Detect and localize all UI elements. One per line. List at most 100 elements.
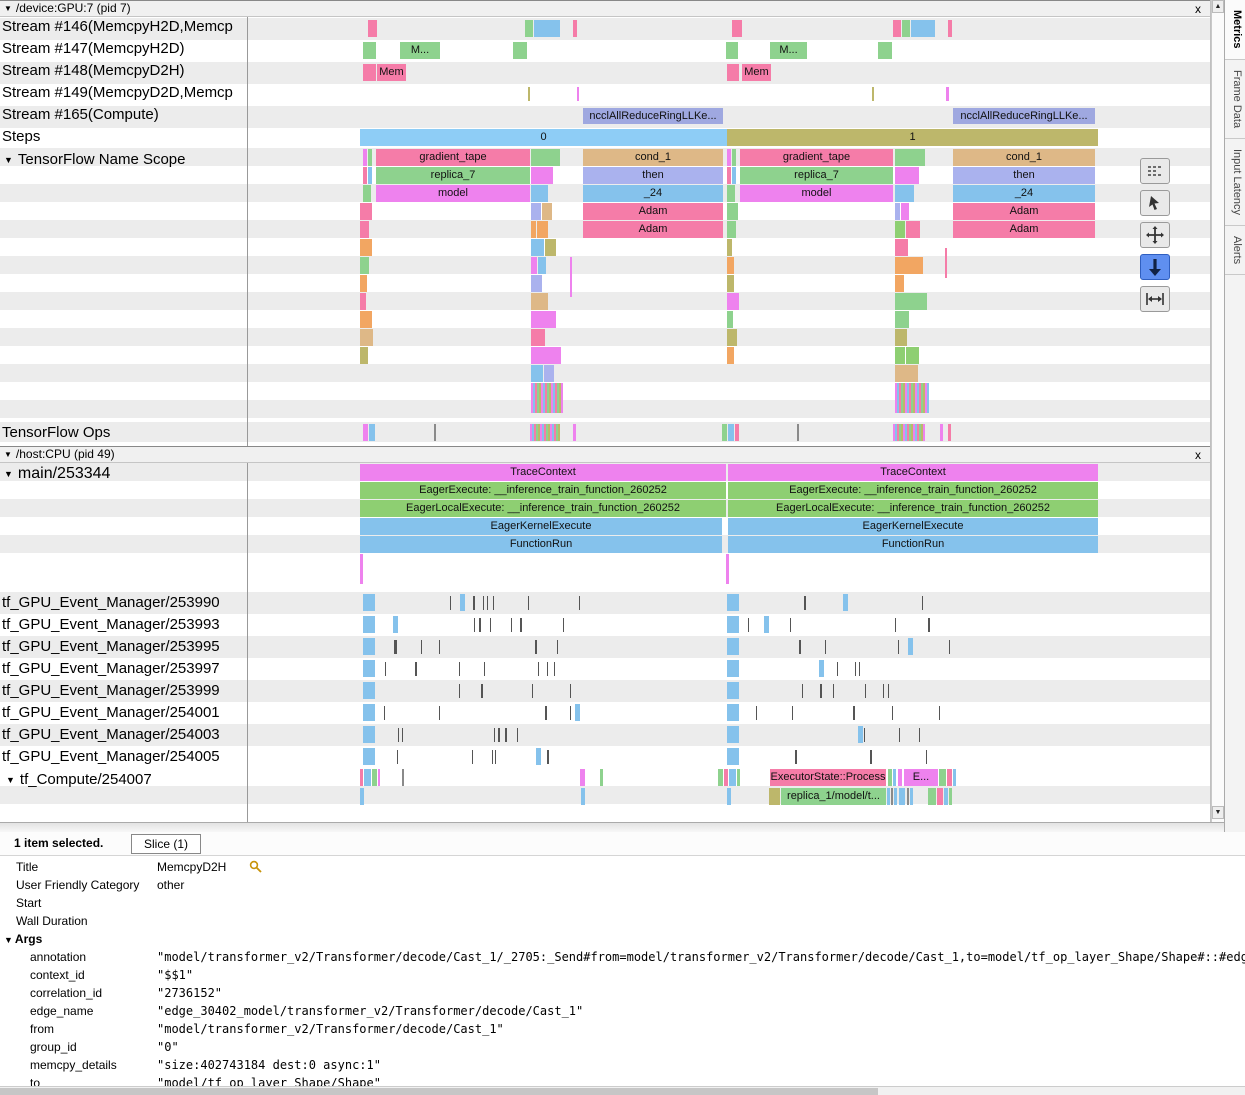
trace-slice[interactable] (538, 257, 546, 274)
trace-slice[interactable] (732, 149, 736, 166)
trace-slice[interactable] (732, 20, 742, 37)
trace-slice[interactable] (718, 769, 723, 786)
trace-slice[interactable] (421, 640, 422, 654)
trace-slice[interactable] (384, 706, 385, 720)
trace-slice[interactable] (948, 424, 951, 441)
trace-slice[interactable]: then (953, 167, 1095, 184)
trace-slice[interactable] (363, 424, 368, 441)
trace-slice[interactable] (895, 329, 907, 346)
trace-slice[interactable] (870, 750, 872, 764)
trace-slice[interactable] (926, 750, 927, 764)
trace-slice[interactable] (727, 221, 736, 238)
trace-slice[interactable] (545, 706, 547, 720)
trace-slice[interactable] (769, 788, 780, 805)
trace-slice[interactable] (363, 682, 375, 699)
trace-slice[interactable] (398, 728, 399, 742)
trace-slice[interactable]: M... (400, 42, 440, 59)
trace-slice[interactable] (557, 640, 558, 654)
trace-slice[interactable] (363, 660, 375, 677)
trace-slice[interactable] (534, 20, 560, 37)
trace-slice[interactable] (756, 706, 757, 720)
trace-slice[interactable] (554, 662, 555, 676)
trace-slice[interactable] (368, 149, 372, 166)
trace-slice[interactable] (895, 149, 925, 166)
trace-slice[interactable] (895, 239, 908, 256)
scrollbar-thumb[interactable] (0, 1088, 878, 1095)
trace-slice[interactable] (895, 347, 905, 364)
trace-slice[interactable] (395, 640, 396, 654)
trace-slice[interactable] (727, 149, 731, 166)
args-section-header[interactable]: ▼Args (0, 930, 1245, 948)
trace-slice[interactable] (724, 769, 728, 786)
trace-slice[interactable] (360, 311, 372, 328)
trace-slice[interactable] (906, 347, 919, 364)
track-label-main-253344[interactable]: ▼main/253344 (4, 464, 110, 484)
trace-slice[interactable] (727, 616, 739, 633)
trace-slice[interactable] (525, 20, 533, 37)
trace-slice[interactable] (363, 638, 375, 655)
trace-slice[interactable] (895, 275, 904, 292)
trace-slice[interactable] (570, 257, 572, 297)
trace-slice[interactable] (473, 596, 475, 610)
trace-slice[interactable] (819, 660, 824, 677)
trace-slice[interactable] (483, 596, 484, 610)
trace-slice[interactable] (853, 706, 855, 720)
trace-slice[interactable] (865, 684, 866, 698)
trace-slice[interactable] (363, 748, 375, 765)
process-header[interactable]: ▼/device:GPU:7 (pid 7)x (0, 0, 1211, 17)
trace-slice[interactable] (575, 704, 580, 721)
trace-slice[interactable] (360, 221, 369, 238)
trace-slice[interactable] (573, 424, 576, 441)
timing-ruler-tool-button[interactable] (1140, 158, 1170, 184)
trace-slice[interactable] (363, 167, 367, 184)
trace-slice[interactable]: EagerExecute: __inference_train_function… (360, 482, 726, 499)
trace-slice[interactable] (949, 640, 950, 654)
trace-slice[interactable]: ncclAllReduceRingLLKe... (583, 108, 723, 124)
trace-slice[interactable] (385, 662, 386, 676)
trace-slice[interactable]: FunctionRun (728, 536, 1098, 553)
trace-slice[interactable] (893, 424, 925, 441)
trace-slice[interactable] (895, 365, 918, 382)
trace-slice[interactable] (937, 788, 943, 805)
trace-slice[interactable] (795, 750, 797, 764)
collapse-arrow-icon[interactable]: ▼ (4, 935, 13, 945)
trace-slice[interactable] (490, 618, 491, 632)
trace-slice[interactable]: Adam (583, 221, 723, 238)
trace-slice[interactable] (363, 64, 376, 81)
trace-slice[interactable] (949, 788, 952, 805)
trace-slice[interactable] (907, 788, 909, 805)
trace-slice[interactable] (394, 640, 395, 654)
trace-slice[interactable] (573, 20, 577, 37)
trace-slice[interactable] (531, 347, 561, 364)
trace-slice[interactable]: Adam (953, 203, 1095, 220)
trace-slice[interactable] (859, 662, 860, 676)
trace-slice[interactable] (843, 594, 848, 611)
trace-slice[interactable] (570, 706, 571, 720)
trace-slice[interactable] (505, 728, 507, 742)
trace-slice[interactable] (439, 640, 440, 654)
trace-slice[interactable] (547, 750, 549, 764)
trace-slice[interactable] (360, 239, 372, 256)
trace-slice[interactable] (577, 87, 579, 101)
trace-slice[interactable] (531, 167, 553, 184)
trace-slice[interactable]: TraceContext (728, 464, 1098, 481)
trace-slice[interactable] (450, 596, 451, 610)
interval-tool-button[interactable] (1140, 286, 1170, 312)
trace-slice[interactable] (727, 275, 734, 292)
trace-slice[interactable] (360, 275, 367, 292)
trace-slice[interactable] (888, 684, 889, 698)
trace-slice[interactable] (581, 788, 585, 805)
trace-slice[interactable] (727, 64, 739, 81)
trace-slice[interactable]: _24 (583, 185, 723, 202)
trace-slice[interactable] (947, 769, 952, 786)
trace-slice[interactable] (837, 662, 838, 676)
trace-slice[interactable] (898, 769, 902, 786)
trace-slice[interactable] (484, 662, 485, 676)
trace-slice[interactable] (528, 596, 529, 610)
trace-slice[interactable]: Mem (377, 64, 406, 81)
trace-slice[interactable] (887, 788, 890, 805)
trace-slice[interactable] (493, 596, 494, 610)
trace-slice[interactable] (895, 618, 896, 632)
trace-slice[interactable] (563, 618, 564, 632)
trace-slice[interactable] (538, 662, 539, 676)
